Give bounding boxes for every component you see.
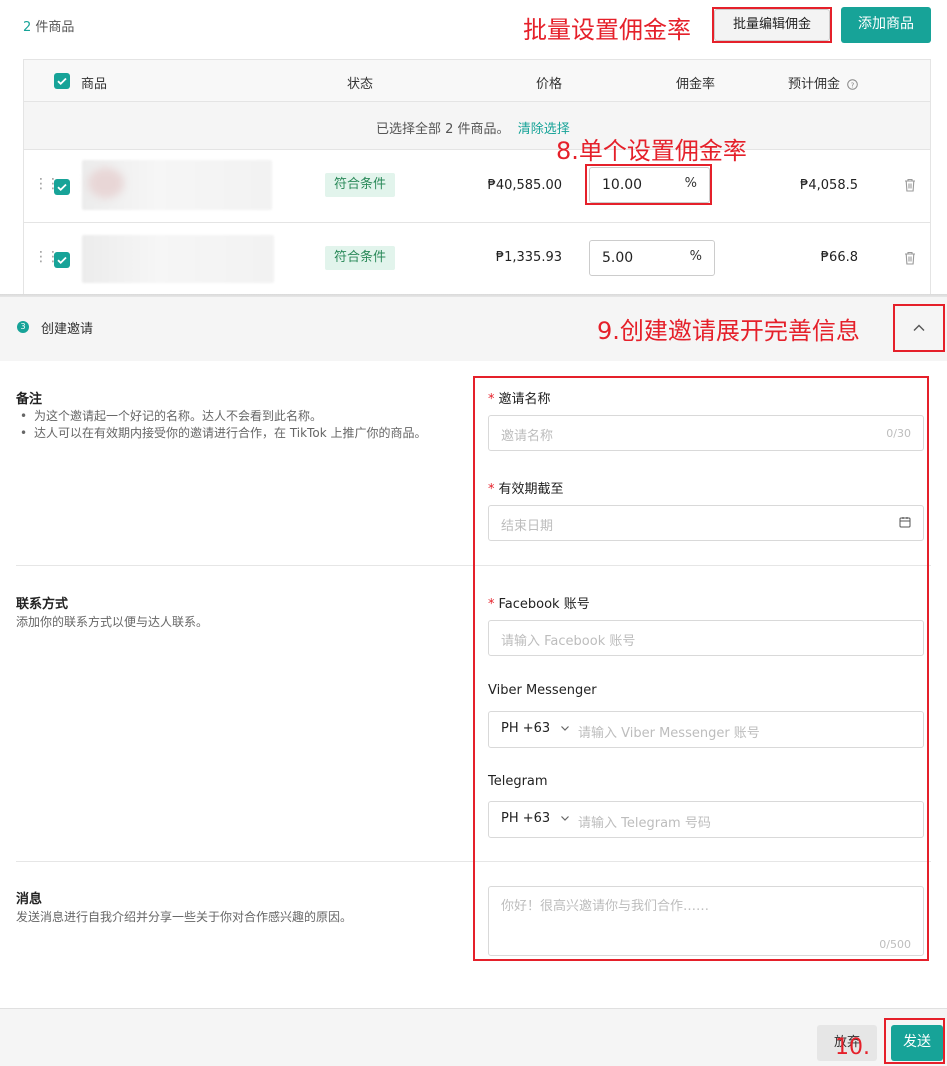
selection-text: 已选择全部 2 件商品。	[376, 122, 510, 137]
batch-annotation: 批量设置佣金率	[523, 16, 691, 44]
product-count: 2 件商品	[23, 16, 74, 35]
col-est-commission-label: 预计佣金	[788, 77, 841, 92]
col-commission-rate: 佣金率	[676, 77, 716, 92]
product-thumbnail	[82, 160, 272, 210]
send-highlight	[884, 1018, 945, 1064]
form-highlight	[473, 376, 929, 961]
est-commission: ₱4,058.5	[800, 178, 858, 193]
table-row: ⋮⋮ 符合条件 ₱40,585.00 10.00 % ₱4,058.5	[24, 150, 930, 223]
collapse-toggle[interactable]	[893, 304, 945, 352]
table-row: ⋮⋮ 符合条件 ₱1,335.93 5.00 % ₱66.8	[24, 223, 930, 296]
delete-icon[interactable]	[904, 251, 916, 269]
est-commission: ₱66.8	[820, 250, 858, 265]
step-number-badge: 3	[17, 321, 29, 333]
single-rate-annotation: 8.单个设置佣金率	[556, 137, 747, 165]
contact-desc: 添加你的联系方式以便与达人联系。	[16, 615, 209, 629]
product-table: 商品 状态 价格 佣金率 预计佣金 ? 已选择全部 2 件商品。 清除选择 ⋮⋮…	[23, 59, 931, 299]
product-price: ₱40,585.00	[487, 178, 562, 193]
status-badge: 符合条件	[325, 246, 395, 270]
col-product: 商品	[81, 77, 108, 92]
product-count-label: 件商品	[35, 20, 75, 35]
message-title: 消息	[16, 892, 43, 907]
add-product-button[interactable]: 添加商品	[841, 7, 931, 43]
product-count-number: 2	[23, 20, 32, 35]
message-desc: 发送消息进行自我介绍并分享一些关于你对合作感兴趣的原因。	[16, 910, 353, 924]
product-thumbnail	[82, 235, 274, 283]
status-badge: 符合条件	[325, 173, 395, 197]
expand-annotation: 9.创建邀请展开完善信息	[597, 317, 860, 345]
footer-bar	[0, 1008, 947, 1066]
col-status: 状态	[347, 77, 374, 92]
chevron-up-icon	[912, 322, 926, 337]
remarks-bullets: • 为这个邀请起一个好记的名称。达人不会看到此名称。 • 达人可以在有效期内接受你的…	[20, 408, 440, 442]
product-price: ₱1,335.93	[495, 250, 562, 265]
commission-rate-input[interactable]: 5.00 %	[589, 240, 715, 276]
batch-edit-highlight	[712, 7, 832, 43]
delete-icon[interactable]	[904, 178, 916, 196]
col-est-commission: 预计佣金 ?	[788, 73, 858, 94]
remarks-bullet: • 达人可以在有效期内接受你的邀请进行合作，在 TikTok 上推广你的商品。	[20, 426, 427, 440]
contact-title: 联系方式	[16, 597, 69, 612]
svg-text:?: ?	[851, 81, 855, 89]
row-checkbox[interactable]	[54, 179, 70, 195]
create-invite-title: 创建邀请	[41, 322, 94, 337]
commission-rate-value: 5.00	[602, 250, 634, 266]
remarks-title: 备注	[16, 392, 43, 407]
select-all-checkbox[interactable]	[54, 73, 70, 89]
row-checkbox[interactable]	[54, 252, 70, 268]
percent-suffix: %	[689, 249, 702, 264]
selection-banner: 已选择全部 2 件商品。 清除选择	[24, 102, 930, 150]
table-header: 商品 状态 价格 佣金率 预计佣金 ?	[24, 60, 930, 102]
send-annotation: 10.	[835, 1035, 870, 1060]
col-price: 价格	[536, 77, 563, 92]
single-rate-highlight	[585, 164, 712, 205]
remarks-bullet: • 为这个邀请起一个好记的名称。达人不会看到此名称。	[20, 409, 323, 423]
info-icon[interactable]: ?	[847, 79, 858, 94]
